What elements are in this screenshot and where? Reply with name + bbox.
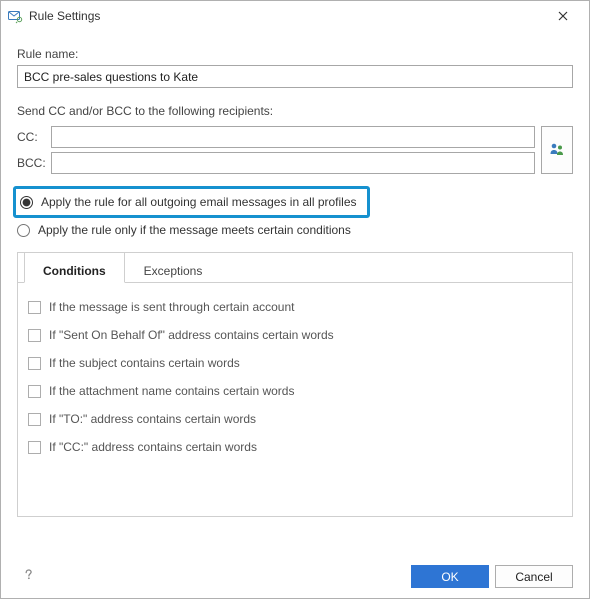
cc-field-row: CC: [17,126,535,148]
tab-strip: Conditions Exceptions [18,252,572,282]
condition-label: If the subject contains certain words [49,356,240,370]
cancel-button-label: Cancel [515,570,552,584]
window-title: Rule Settings [29,9,543,23]
condition-item[interactable]: If the attachment name contains certain … [28,377,562,405]
condition-checkbox[interactable] [28,385,41,398]
tab-exceptions-label: Exceptions [144,264,203,278]
condition-checkbox[interactable] [28,357,41,370]
ok-button[interactable]: OK [411,565,489,588]
app-icon [7,8,23,24]
condition-item[interactable]: If the message is sent through certain a… [28,293,562,321]
condition-item[interactable]: If "Sent On Behalf Of" address contains … [28,321,562,349]
conditions-list: If the message is sent through certain a… [18,282,572,471]
condition-label: If "Sent On Behalf Of" address contains … [49,328,334,342]
radio-apply-all-label: Apply the rule for all outgoing email me… [41,195,357,209]
condition-label: If "CC:" address contains certain words [49,440,257,454]
tab-exceptions[interactable]: Exceptions [125,252,222,283]
titlebar: Rule Settings [1,1,589,31]
condition-item[interactable]: If "CC:" address contains certain words [28,433,562,461]
cc-input[interactable] [51,126,535,148]
footer: OK Cancel [17,565,573,588]
tab-conditions[interactable]: Conditions [24,252,125,283]
bcc-field-row: BCC: [17,152,535,174]
rule-scope-radio-group: Apply the rule for all outgoing email me… [17,186,573,240]
radio-apply-conditions[interactable]: Apply the rule only if the message meets… [17,220,573,240]
conditions-panel: Conditions Exceptions If the message is … [17,252,573,517]
condition-label: If the attachment name contains certain … [49,384,294,398]
condition-checkbox[interactable] [28,329,41,342]
cancel-button[interactable]: Cancel [495,565,573,588]
help-icon [21,567,36,586]
condition-checkbox[interactable] [28,441,41,454]
people-icon [548,140,566,161]
recipients-label: Send CC and/or BCC to the following reci… [17,104,573,118]
radio-apply-conditions-label: Apply the rule only if the message meets… [38,223,351,237]
content-area: Rule name: Send CC and/or BCC to the fol… [1,31,589,517]
radio-apply-all-input[interactable] [20,196,33,209]
condition-label: If "TO:" address contains certain words [49,412,256,426]
condition-item[interactable]: If the subject contains certain words [28,349,562,377]
radio-apply-all[interactable]: Apply the rule for all outgoing email me… [20,192,357,212]
address-book-button[interactable] [541,126,573,174]
close-button[interactable] [543,3,583,29]
cc-label: CC: [17,130,51,144]
condition-label: If the message is sent through certain a… [49,300,294,314]
ok-button-label: OK [441,570,458,584]
condition-checkbox[interactable] [28,413,41,426]
bcc-input[interactable] [51,152,535,174]
bcc-label: BCC: [17,156,51,170]
tab-conditions-label: Conditions [43,264,106,278]
rule-name-input[interactable] [17,65,573,88]
condition-checkbox[interactable] [28,301,41,314]
highlighted-option: Apply the rule for all outgoing email me… [13,186,370,218]
help-button[interactable] [17,566,39,588]
rule-name-label: Rule name: [17,47,573,61]
radio-apply-conditions-input[interactable] [17,224,30,237]
condition-item[interactable]: If "TO:" address contains certain words [28,405,562,433]
recipients-row: CC: BCC: [17,126,573,174]
